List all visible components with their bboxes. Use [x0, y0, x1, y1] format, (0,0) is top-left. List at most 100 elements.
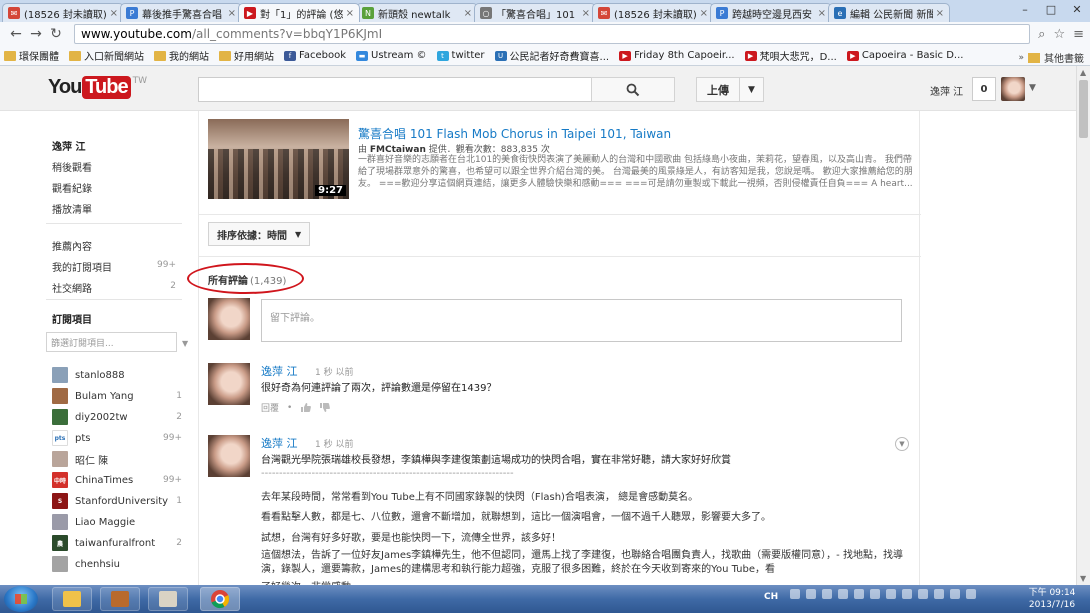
scrollbar-thumb[interactable] — [1079, 80, 1088, 138]
tray-icon[interactable] — [790, 589, 800, 599]
upload-button[interactable]: 上傳 — [697, 78, 739, 101]
comment-menu-icon[interactable]: ▼ — [895, 437, 909, 451]
tab-close-icon[interactable]: × — [818, 8, 826, 19]
sidebar-nav-item[interactable]: 稍後觀看 — [52, 159, 92, 174]
browser-tab[interactable]: e 編輯 公民新聞 新聞 × — [828, 3, 950, 22]
bookmark-item[interactable]: 環保團體 — [4, 48, 59, 63]
tray-icon[interactable] — [950, 589, 960, 599]
tray-icon[interactable] — [806, 589, 816, 599]
sidebar-nav-item[interactable]: 逸萍 江 — [52, 138, 85, 153]
tray-icon[interactable] — [854, 589, 864, 599]
subscription-item[interactable]: 農 taiwanfuralfront 2 — [52, 535, 182, 551]
tab-close-icon[interactable]: × — [346, 8, 354, 19]
sidebar-nav-item[interactable]: 我的訂閱項目 — [52, 259, 112, 274]
browser-tab[interactable]: P 幕後推手驚喜合唱 × — [120, 3, 242, 22]
chevron-down-icon[interactable]: ▼ — [182, 339, 188, 348]
bookmark-item[interactable]: 好用網站 — [219, 48, 274, 63]
subscription-item[interactable]: 昭仁 陳 — [52, 451, 182, 467]
menu-icon[interactable]: ≡ — [1073, 27, 1084, 42]
comment-time[interactable]: 1 秒 以前 — [315, 437, 353, 450]
tab-close-icon[interactable]: × — [464, 8, 472, 19]
tab-close-icon[interactable]: × — [582, 8, 590, 19]
bookmark-item[interactable]: 我的網站 — [154, 48, 209, 63]
avatar[interactable] — [208, 363, 250, 405]
browser-tab[interactable]: ✉ (18526 封未讀取) × — [2, 3, 124, 22]
search-button[interactable] — [591, 77, 675, 102]
video-thumbnail[interactable]: 9:27 — [208, 119, 349, 199]
bookmark-item[interactable]: ▶ Friday 8th Capoeir... — [619, 50, 735, 61]
address-bar[interactable]: www.youtube.com/all_comments?v=bbqY1P6KJ… — [74, 24, 1031, 44]
bookmark-item[interactable]: ▶ Capoeira - Basic D... — [846, 50, 963, 61]
bookmark-item[interactable]: ▶ 梵唄大悲咒，D... — [744, 48, 837, 63]
ime-indicator[interactable]: CH — [764, 592, 778, 602]
tab-close-icon[interactable]: × — [228, 8, 236, 19]
star-icon[interactable]: ☆ — [1053, 27, 1065, 42]
tray-icon[interactable] — [934, 589, 944, 599]
comment-input[interactable]: 留下評論。 — [261, 299, 902, 342]
subscription-item[interactable]: diy2002tw 2 — [52, 409, 182, 425]
tab-close-icon[interactable]: × — [700, 8, 708, 19]
reply-link[interactable]: 回覆 — [261, 401, 279, 414]
avatar[interactable] — [208, 435, 250, 477]
subscription-item[interactable]: pts pts 99+ — [52, 430, 182, 446]
tray-icon[interactable] — [966, 589, 976, 599]
subscription-item[interactable]: stanlo888 — [52, 367, 182, 383]
bookmark-item[interactable]: U 公民記者好奇費寶喜... — [494, 48, 609, 63]
bookmark-item[interactable]: t twitter — [436, 50, 485, 61]
back-icon[interactable]: ← — [6, 26, 26, 42]
tab-close-icon[interactable]: × — [110, 8, 118, 19]
browser-tab[interactable]: ▶ 對「1」的評論 (悠 × — [238, 3, 360, 22]
zoom-icon[interactable]: ⌕ — [1038, 27, 1045, 42]
notification-count[interactable]: 0 — [972, 77, 996, 101]
vertical-scrollbar[interactable]: ▲ ▼ — [1076, 66, 1090, 585]
thumbs-down-icon[interactable] — [319, 402, 331, 413]
bookmark-item[interactable]: f Facebook — [284, 50, 346, 61]
subscription-item[interactable]: S StanfordUniversity 1 — [52, 493, 182, 509]
chevron-down-icon[interactable]: ▼ — [1029, 83, 1036, 93]
youtube-logo[interactable]: You Tube TW — [48, 76, 147, 99]
upload-menu-caret-icon[interactable]: ▼ — [739, 78, 763, 101]
tray-icon[interactable] — [822, 589, 832, 599]
avatar[interactable] — [1001, 77, 1025, 101]
bookmark-item[interactable]: ▬ Ustream © — [356, 50, 427, 61]
reload-icon[interactable]: ↻ — [46, 26, 66, 42]
start-button[interactable] — [4, 586, 38, 612]
system-clock[interactable]: 下午 09:14 2013/7/16 — [1024, 587, 1080, 611]
comment-author[interactable]: 逸萍 江 — [261, 363, 298, 379]
tray-icon[interactable] — [870, 589, 880, 599]
tray-icon[interactable] — [838, 589, 848, 599]
other-bookmarks[interactable]: » 其他書籤 — [1018, 50, 1084, 65]
taskbar-app[interactable] — [148, 587, 188, 611]
thumbs-up-icon[interactable] — [300, 402, 312, 413]
sidebar-nav-item[interactable]: 播放清單 — [52, 201, 92, 216]
browser-tab[interactable]: N 新頭殼 newtalk × — [356, 3, 478, 22]
sort-button[interactable]: 排序依據：時間 ▼ — [208, 222, 311, 246]
subscription-item[interactable]: Bulam Yang 1 — [52, 388, 182, 404]
tray-icon[interactable] — [918, 589, 928, 599]
browser-tab[interactable]: P 跨越時空邊見西安 × — [710, 3, 832, 22]
subscription-item[interactable]: 中時 ChinaTimes 99+ — [52, 472, 182, 488]
scroll-up-icon[interactable]: ▲ — [1080, 68, 1086, 77]
subscription-filter-input[interactable]: 篩選訂閱項目... — [46, 332, 177, 352]
forward-icon[interactable]: → — [26, 26, 46, 42]
video-title[interactable]: 驚喜合唱 101 Flash Mob Chorus in Taipei 101,… — [358, 125, 671, 142]
subscription-item[interactable]: chenhsiu — [52, 556, 182, 572]
tray-icon[interactable] — [902, 589, 912, 599]
sidebar-nav-item[interactable]: 社交網路 — [52, 280, 92, 295]
username[interactable]: 逸萍 江 — [930, 83, 963, 98]
tray-icon[interactable] — [886, 589, 896, 599]
bookmark-item[interactable]: 入口新聞網站 — [69, 48, 144, 63]
comment-author[interactable]: 逸萍 江 — [261, 435, 298, 451]
taskbar-chrome[interactable] — [200, 587, 240, 611]
comment-time[interactable]: 1 秒 以前 — [315, 365, 353, 378]
tab-close-icon[interactable]: × — [936, 8, 944, 19]
sidebar-nav-item[interactable]: 觀看紀錄 — [52, 180, 92, 195]
close-icon[interactable]: ✕ — [1064, 0, 1090, 18]
browser-tab[interactable]: ○ 「驚喜合唱」101 × — [474, 3, 596, 22]
taskbar-app[interactable] — [100, 587, 140, 611]
sidebar-nav-item[interactable]: 推薦內容 — [52, 238, 92, 253]
maximize-icon[interactable]: □ — [1038, 0, 1064, 18]
subscription-item[interactable]: Liao Maggie — [52, 514, 182, 530]
taskbar-explorer[interactable] — [52, 587, 92, 611]
browser-tab[interactable]: ✉ (18526 封未讀取) × — [592, 3, 714, 22]
